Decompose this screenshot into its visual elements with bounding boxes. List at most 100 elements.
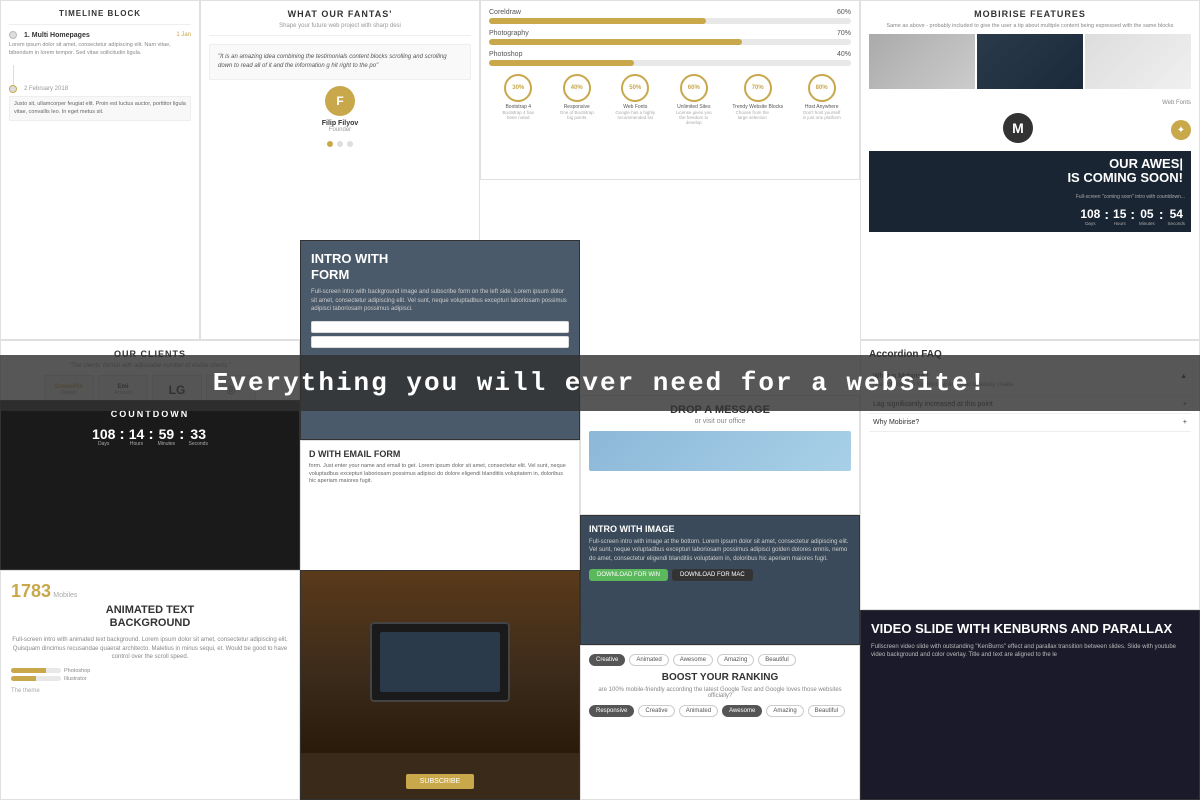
video-slide-body: Fullscreen video slide with outstanding … [871, 643, 1189, 660]
tile-laptop: SUBSCRIBE [300, 570, 580, 800]
circle-trendy: 70% Trendy Website Blocks Choose from th… [732, 74, 783, 125]
drop-message-subtitle: or visit our office [589, 418, 851, 425]
skill-coreldraw: Coreldraw 60% [489, 9, 851, 24]
tile-intro-image: INTRO WITH IMAGE Full-screen intro with … [580, 515, 860, 645]
circle-bootstrap: 30% Bootstrap 4 Bootstrap 4 has been not… [498, 74, 538, 125]
intro-image-title: INTRO WITH IMAGE [589, 524, 851, 534]
laptop-screen [370, 622, 510, 702]
boost-tab-beautiful[interactable]: Beautiful [758, 654, 795, 666]
email-form-body: form. Just enter your name and email to … [309, 463, 571, 486]
animated-skill-photoshop: Photoshop [11, 668, 289, 674]
tile-mobirise-features: MOBIRISE FEATURES Same as above - probab… [860, 0, 1200, 340]
tile-animated-text: 1783 Mobiles ANIMATED TEXTBACKGROUND Ful… [0, 570, 300, 800]
skill-coreldraw-pct: 60% [837, 9, 851, 16]
fantastico-quote: "It is an amazing idea combining the tes… [218, 53, 462, 71]
circle-host: 80% Host Anywhere Don't host yourself in… [802, 74, 842, 125]
coming-soon-title: OUR AWES| IS COMING SOON! [869, 151, 1191, 192]
skill-photoshop-pct: 40% [837, 51, 851, 58]
cs-seconds-label: Seconds [1167, 221, 1185, 226]
countdown-sep-3: : [179, 426, 184, 444]
intro-form-body: Full-screen intro with background image … [311, 288, 569, 313]
circle-responsive-ring: 40% [563, 74, 591, 102]
countdown-sep-2: : [148, 426, 153, 444]
skill-photoshop: Photoshop 40% [489, 51, 851, 66]
boost-tab-awesome-2[interactable]: Awesome [722, 705, 762, 717]
boost-tab-awesome[interactable]: Awesome [673, 654, 713, 666]
tile-countdown-large: COUNTDOWN 108 Days : 14 Hours : 59 Minut… [0, 400, 300, 570]
intro-form-title: INTRO WITHFORM [311, 251, 569, 282]
download-mac-button[interactable]: DOWNLOAD FOR MAC [672, 569, 753, 581]
tile-drop-message: DROP A MESSAGE or visit our office [580, 395, 860, 515]
star-icon: ✦ [1171, 120, 1191, 140]
skill-photography-bar-fill [489, 39, 742, 45]
timeline-date-2: 2 February 2018 [24, 86, 68, 92]
animated-number: 1783 Mobiles [11, 581, 289, 602]
skill-photoshop-bar-bg [489, 60, 851, 66]
circle-host-ring: 80% [808, 74, 836, 102]
founder-role: Founder [209, 127, 471, 133]
boost-tab-creative[interactable]: Creative [589, 654, 625, 666]
cs-minutes-label: Minutes [1139, 221, 1155, 226]
cs-sep-2: : [1130, 206, 1135, 222]
m-logo-row: M ✦ [869, 113, 1191, 147]
laptop-image-bg [301, 571, 579, 753]
boost-tab-creative-2[interactable]: Creative [638, 705, 674, 717]
intro-form-email-input[interactable] [311, 336, 569, 348]
boost-title: BOOST YOUR RANKING [589, 672, 851, 683]
skill-photoshop-label: Photoshop [489, 51, 522, 58]
coming-soon-desc: Full-screen "coming soon" intro with cou… [869, 192, 1191, 202]
cs-sep-3: : [1159, 206, 1164, 222]
m-logo: M [1003, 113, 1033, 143]
boost-tab-amazing-2[interactable]: Amazing [766, 705, 803, 717]
timeline-item-2: 2 February 2018 Justo sit, ullamcorper f… [9, 85, 191, 120]
circle-unlimited: 60% Unlimited Sites License gives you th… [674, 74, 714, 125]
fantastico-subtitle: Shape your future web project with sharp… [209, 23, 471, 29]
circles-row: 30% Bootstrap 4 Bootstrap 4 has been not… [489, 74, 851, 125]
banner-text: Everything you will ever need for a webs… [213, 368, 988, 398]
drop-message-map [589, 431, 851, 471]
collage: TIMELINE BLOCK 1. Multi Homepages 1 Jan … [0, 0, 1200, 800]
accordion-item-3[interactable]: Why Mobirise? + [869, 414, 1191, 432]
fantastico-title: WHAT OUR FANTAS' [209, 9, 471, 19]
boost-tab-animated[interactable]: Animated [629, 654, 668, 666]
timeline-date-1: 1 Jan [176, 32, 191, 38]
founder-name: Filip Filyov [209, 120, 471, 127]
tile-timeline: TIMELINE BLOCK 1. Multi Homepages 1 Jan … [0, 0, 200, 340]
countdown-sep-1: : [119, 426, 124, 444]
features-images-row [869, 34, 1191, 89]
animated-skill-illustrator: Illustrator [11, 676, 289, 682]
countdown-timer-row: 108 Days : 14 Hours : 59 Minutes : 33 Se… [9, 427, 291, 447]
circle-responsive: 40% Responsive One of Bootstrap big poin… [557, 74, 597, 125]
laptop-screen-inner [380, 632, 500, 692]
intro-form-name-input[interactable] [311, 321, 569, 333]
circle-unlimited-ring: 60% [680, 74, 708, 102]
founder-avatar: F [325, 86, 355, 116]
skill-photography: Photography 70% [489, 30, 851, 45]
countdown-seconds: 33 Seconds [188, 427, 207, 447]
email-form-title: D WITH EMAIL FORM [309, 449, 571, 459]
skill-photography-label: Photography [489, 30, 529, 37]
countdown-minutes: 59 Minutes [158, 427, 176, 447]
timeline-item-1: 1. Multi Homepages 1 Jan Lorem ipsum dol… [9, 31, 191, 57]
feature-img-1 [869, 34, 975, 89]
boost-tabs-row-1: Creative Animated Awesome Amazing Beauti… [589, 654, 851, 666]
boost-subtitle: are 100% mobile-friendly according the l… [589, 687, 851, 699]
cs-hours: 15 [1113, 207, 1126, 221]
subscribe-button[interactable]: SUBSCRIBE [406, 774, 474, 789]
tile-boost: Creative Animated Awesome Amazing Beauti… [580, 645, 860, 800]
circle-webfonts-ring: 50% [621, 74, 649, 102]
boost-tab-animated-2[interactable]: Animated [679, 705, 718, 717]
timeline-title: TIMELINE BLOCK [9, 9, 191, 18]
boost-tab-amazing[interactable]: Amazing [717, 654, 754, 666]
cs-seconds: 54 [1167, 207, 1185, 221]
boost-tab-responsive[interactable]: Responsive [589, 705, 634, 717]
boost-tabs-row-2: Responsive Creative Animated Awesome Ama… [589, 705, 851, 717]
skill-photography-bar-bg [489, 39, 851, 45]
timeline-dot-1 [9, 31, 17, 39]
accordion-chevron-3: + [1183, 419, 1187, 426]
boost-tab-beautiful-2[interactable]: Beautiful [808, 705, 845, 717]
skill-coreldraw-label: Coreldraw [489, 9, 521, 16]
download-win-button[interactable]: DOWNLOAD FOR WIN [589, 569, 668, 581]
banner-overlay: Everything you will ever need for a webs… [0, 355, 1200, 411]
circle-webfonts: 50% Web Fonts Google has a highly recomm… [615, 74, 655, 125]
